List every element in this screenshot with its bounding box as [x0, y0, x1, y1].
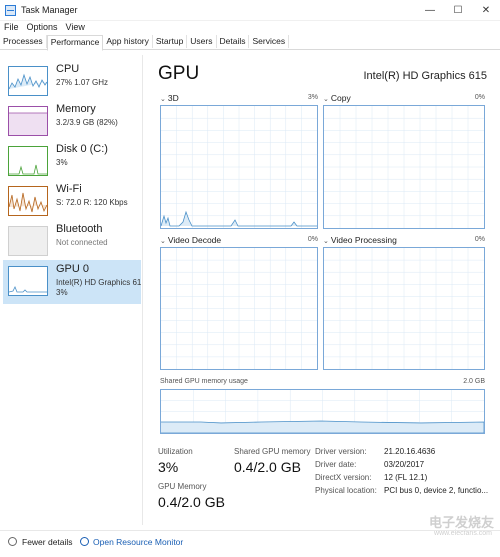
shared-memory-graph: [160, 389, 485, 434]
chevron-down-icon: ⌄: [323, 96, 329, 103]
disk-thumbnail-graph: [8, 146, 48, 176]
watermark-logo: 电子发烧友: [428, 515, 494, 530]
memory-thumbnail-graph: [8, 106, 48, 136]
engine-label-video-decode[interactable]: ⌄ Video Decode: [160, 235, 221, 245]
directx-version-label: DirectX version:: [315, 473, 372, 482]
sidebar-item-name: Wi-Fi: [56, 183, 82, 195]
driver-version-label: Driver version:: [315, 447, 367, 456]
graph-grid: [161, 248, 317, 369]
resource-monitor-icon: [80, 537, 89, 546]
menu-options[interactable]: Options: [27, 22, 58, 32]
tab-strip: Processes Performance App history Startu…: [0, 35, 500, 51]
sidebar-item-detail: 3.2/3.9 GB (82%): [56, 118, 118, 127]
sidebar-item-detail: S: 72.0 R: 120 Kbps: [56, 198, 128, 207]
directx-version-value: 12 (FL 12.1): [384, 473, 428, 482]
chevron-down-icon: ⌄: [160, 96, 166, 103]
driver-version-value: 21.20.16.4636: [384, 447, 436, 456]
shared-memory-stat-label: Shared GPU memory: [234, 447, 311, 456]
wifi-thumbnail-graph: [8, 186, 48, 216]
bluetooth-thumbnail-graph: [8, 226, 48, 256]
sidebar-item-memory[interactable]: Memory 3.2/3.9 GB (82%): [3, 100, 141, 140]
engine-label-3d[interactable]: ⌄ 3D: [160, 93, 179, 103]
sidebar-item-name: Bluetooth: [56, 223, 103, 235]
engine-graph-3d: [160, 105, 318, 229]
engine-percent-3d: 3%: [307, 94, 318, 101]
window-title: Task Manager: [21, 5, 78, 15]
cpu-thumbnail-graph: [8, 66, 48, 96]
minimize-button[interactable]: —: [416, 0, 444, 20]
shared-memory-max: 2.0 GB: [463, 378, 485, 385]
sidebar-item-disk[interactable]: Disk 0 (C:) 3%: [3, 140, 141, 180]
sidebar-item-detail: Intel(R) HD Graphics 615: [56, 278, 141, 287]
shared-memory-label: Shared GPU memory usage: [160, 378, 248, 385]
sidebar-item-name: CPU: [56, 63, 80, 75]
page-title: GPU: [158, 63, 200, 84]
chevron-up-icon[interactable]: [8, 537, 17, 546]
resource-sidebar: CPU 27% 1.07 GHz Memory 3.2/3.9 GB (82%)…: [0, 55, 143, 525]
engine-percent-video-processing: 0%: [474, 236, 485, 243]
menu-bar: File Options View: [0, 20, 500, 34]
sidebar-item-detail: Not connected: [56, 238, 108, 247]
sidebar-item-cpu[interactable]: CPU 27% 1.07 GHz: [3, 60, 141, 100]
gpu-memory-label: GPU Memory: [158, 482, 207, 491]
utilization-value: 3%: [158, 459, 179, 475]
tab-performance[interactable]: Performance: [46, 35, 104, 51]
shared-memory-stat-value: 0.4/2.0 GB: [234, 459, 301, 475]
sidebar-item-bluetooth[interactable]: Bluetooth Not connected: [3, 220, 141, 260]
engine-graph-video-processing: [323, 247, 485, 370]
bottom-bar: Fewer details Open Resource Monitor: [0, 530, 500, 553]
engine-graph-video-decode: [160, 247, 318, 370]
sidebar-item-detail: 3%: [56, 158, 68, 167]
menu-view[interactable]: View: [66, 22, 85, 32]
engine-label-video-processing[interactable]: ⌄ Video Processing: [323, 235, 397, 245]
sidebar-item-gpu[interactable]: GPU 0 Intel(R) HD Graphics 615 3%: [3, 260, 141, 304]
physical-location-label: Physical location:: [315, 486, 377, 495]
sidebar-item-percent: 3%: [56, 288, 68, 297]
chevron-down-icon: ⌄: [323, 238, 329, 245]
graph-grid: [324, 106, 484, 228]
task-manager-icon: [5, 4, 16, 16]
sidebar-item-name: Memory: [56, 103, 96, 115]
graph-grid: [324, 248, 484, 369]
gpu-memory-value: 0.4/2.0 GB: [158, 494, 225, 510]
tab-users[interactable]: Users: [187, 35, 217, 48]
sidebar-item-name: GPU 0: [56, 263, 90, 275]
physical-location-value: PCI bus 0, device 2, functio...: [384, 486, 489, 495]
gpu-thumbnail-graph: [8, 266, 48, 296]
engine-label-copy[interactable]: ⌄ Copy: [323, 93, 351, 103]
engine-graph-copy: [323, 105, 485, 229]
tab-processes[interactable]: Processes: [0, 35, 47, 48]
engine-percent-video-decode: 0%: [307, 236, 318, 243]
utilization-label: Utilization: [158, 447, 193, 456]
tab-startup[interactable]: Startup: [153, 35, 188, 48]
tab-services[interactable]: Services: [249, 35, 290, 48]
sidebar-item-wifi[interactable]: Wi-Fi S: 72.0 R: 120 Kbps: [3, 180, 141, 220]
driver-date-label: Driver date:: [315, 460, 357, 469]
fewer-details-button[interactable]: Fewer details: [22, 537, 73, 547]
driver-date-value: 03/20/2017: [384, 460, 425, 469]
engine-percent-copy: 0%: [474, 94, 485, 101]
chevron-down-icon: ⌄: [160, 238, 166, 245]
menu-file[interactable]: File: [4, 22, 19, 32]
maximize-button[interactable]: ☐: [444, 0, 472, 20]
title-bar: Task Manager — ☐ ✕: [0, 0, 500, 21]
sidebar-item-detail: 27% 1.07 GHz: [56, 78, 109, 87]
open-resource-monitor-link[interactable]: Open Resource Monitor: [93, 537, 183, 547]
sidebar-item-name: Disk 0 (C:): [56, 143, 108, 155]
tab-app-history[interactable]: App history: [103, 35, 153, 48]
close-button[interactable]: ✕: [472, 0, 500, 20]
tab-details[interactable]: Details: [217, 35, 250, 48]
device-name: Intel(R) HD Graphics 615: [363, 70, 488, 82]
